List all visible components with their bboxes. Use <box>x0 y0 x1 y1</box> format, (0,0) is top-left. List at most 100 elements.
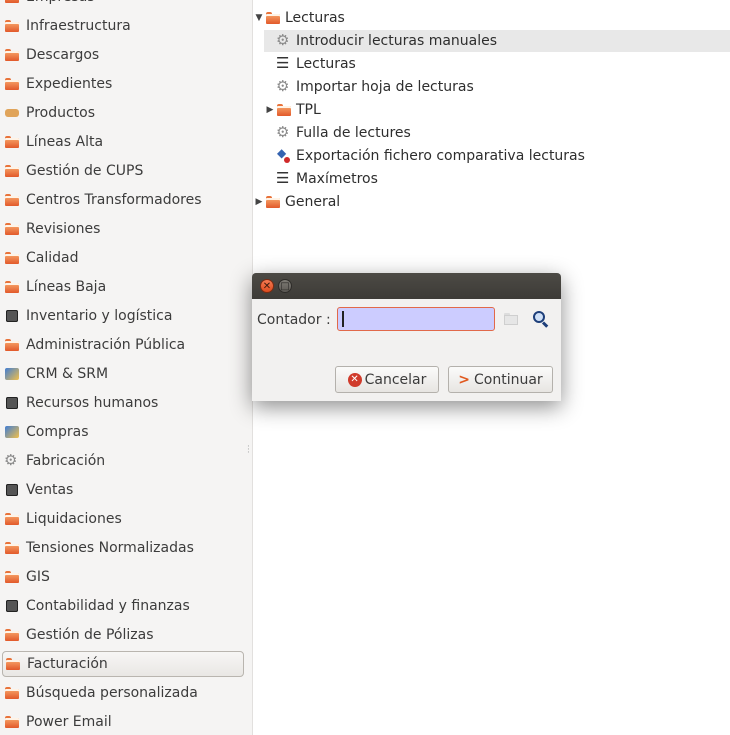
sidebar-item-label: Contabilidad y finanzas <box>26 598 190 614</box>
sidebar-item-label: Centros Transformadores <box>26 192 202 208</box>
tree-row-fulla-de-lectures[interactable]: Fulla de lectures <box>264 122 730 144</box>
folder-icon <box>276 102 292 118</box>
sidebar-item-label: Líneas Baja <box>26 279 107 295</box>
grid-icon <box>4 482 20 498</box>
contador-dialog: ✕ □ Contador : ✕ Cancelar > Continuar <box>252 273 561 401</box>
sidebar-item-label: Gestión de Pólizas <box>26 627 154 643</box>
sidebar-item-lineas-alta[interactable]: Líneas Alta <box>2 129 244 155</box>
sidebar-item-expedientes[interactable]: Expedientes <box>2 71 244 97</box>
sidebar-item-label: Ventas <box>26 482 74 498</box>
sidebar-item-label: Recursos humanos <box>26 395 159 411</box>
sidebar-item-gestion-de-cups[interactable]: Gestión de CUPS <box>2 158 244 184</box>
sidebar-item-label: Calidad <box>26 250 79 266</box>
sidebar-item-ventas[interactable]: Ventas <box>2 477 244 503</box>
sidebar-item-crm-srm[interactable]: CRM & SRM <box>2 361 244 387</box>
continue-button[interactable]: > Continuar <box>448 366 553 393</box>
sidebar-item-busqueda-personalizada[interactable]: Búsqueda personalizada <box>2 680 244 706</box>
folder-icon <box>4 540 20 556</box>
tree-row-label: Fulla de lectures <box>296 125 411 141</box>
sidebar-item-calidad[interactable]: Calidad <box>2 245 244 271</box>
list-icon <box>276 54 292 72</box>
sidebar-item-lineas-baja[interactable]: Líneas Baja <box>2 274 244 300</box>
sidebar-item-label: Infraestructura <box>26 18 131 34</box>
sidebar-item-label: Compras <box>26 424 89 440</box>
sidebar-item-label: Líneas Alta <box>26 134 104 150</box>
tree-row-tpl[interactable]: ▶ TPL <box>264 99 730 121</box>
folder-icon <box>4 134 20 150</box>
tree-row-importar-hoja-de-lecturas[interactable]: Importar hoja de lecturas <box>264 76 730 98</box>
open-folder-icon[interactable] <box>503 312 519 326</box>
sidebar-item-label: CRM & SRM <box>26 366 109 382</box>
folder-icon <box>4 714 20 730</box>
close-icon[interactable]: ✕ <box>260 279 274 293</box>
maximize-icon[interactable]: □ <box>278 279 292 293</box>
tree-row-label: Exportación fichero comparativa lecturas <box>296 148 585 164</box>
sidebar-item-label: Gestión de CUPS <box>26 163 144 179</box>
folder-icon <box>4 163 20 179</box>
sidebar-item-gestion-de-polizas[interactable]: Gestión de Pólizas <box>2 622 244 648</box>
sidebar-item-contabilidad-y-finanzas[interactable]: Contabilidad y finanzas <box>2 593 244 619</box>
folder-icon <box>4 18 20 34</box>
folder-icon <box>4 279 20 295</box>
sidebar-item-label: Descargos <box>26 47 100 63</box>
continue-button-label: Continuar <box>474 371 543 388</box>
sidebar-item-label: Búsqueda personalizada <box>26 685 198 701</box>
dialog-titlebar[interactable]: ✕ □ <box>252 273 561 299</box>
chevron-right-icon: > <box>458 371 471 388</box>
sidebar-item-revisiones[interactable]: Revisiones <box>2 216 244 242</box>
sidebar-item-gis[interactable]: GIS <box>2 564 244 590</box>
tree-row-label: Lecturas <box>296 56 356 72</box>
folder-icon <box>4 221 20 237</box>
tree-row-exportacion-fichero-comparativa-lecturas[interactable]: Exportación fichero comparativa lecturas <box>264 145 730 167</box>
tree-row-maximetros[interactable]: Maxímetros <box>264 168 730 190</box>
sidebar-item-label: Liquidaciones <box>26 511 122 527</box>
folder-icon <box>4 47 20 63</box>
export-icon <box>276 146 292 164</box>
grid-icon <box>4 395 20 411</box>
tree-row-label: Importar hoja de lecturas <box>296 79 474 95</box>
sidebar-menu: Empresas Infraestructura Descargos Expedien… <box>0 0 253 735</box>
sidebar-item-infraestructura[interactable]: Infraestructura <box>2 13 244 39</box>
chart-icon <box>4 424 20 440</box>
sidebar-item-label: Administración Pública <box>26 337 186 353</box>
tree-row-general[interactable]: ▶ General <box>253 191 730 213</box>
sidebar-item-recursos-humanos[interactable]: Recursos humanos <box>2 390 244 416</box>
folder-icon <box>4 511 20 527</box>
gear-icon <box>276 123 292 141</box>
folder-icon <box>4 250 20 266</box>
folder-icon <box>4 76 20 92</box>
contador-input[interactable] <box>337 307 495 331</box>
sidebar-item-label: Productos <box>26 105 96 121</box>
sidebar-item-productos[interactable]: Productos <box>2 100 244 126</box>
tree-row-introducir-lecturas-manuales[interactable]: Introducir lecturas manuales <box>264 30 730 52</box>
expander-right-icon[interactable]: ▶ <box>264 105 276 115</box>
sidebar-item-inventario-y-logistica[interactable]: Inventario y logística <box>2 303 244 329</box>
folder-icon <box>265 10 281 26</box>
sidebar-item-compras[interactable]: Compras <box>2 419 244 445</box>
contador-label: Contador : <box>257 312 331 328</box>
gear-icon <box>276 31 292 49</box>
sidebar-item-liquidaciones[interactable]: Liquidaciones <box>2 506 244 532</box>
sidebar-item-power-email[interactable]: Power Email <box>2 709 244 735</box>
folder-icon <box>4 337 20 353</box>
tree-row-lecturas[interactable]: Lecturas <box>264 53 730 75</box>
search-icon[interactable] <box>532 310 550 328</box>
expander-right-icon[interactable]: ▶ <box>253 197 265 207</box>
sidebar-item-facturacion[interactable]: Facturación <box>2 651 244 677</box>
list-icon <box>276 169 292 187</box>
cancel-button[interactable]: ✕ Cancelar <box>335 366 439 393</box>
expander-down-icon[interactable]: ▼ <box>253 13 265 23</box>
sidebar-item-empresas[interactable]: Empresas <box>2 0 244 10</box>
sidebar-item-descargos[interactable]: Descargos <box>2 42 244 68</box>
chart-icon <box>4 366 20 382</box>
pane-splitter[interactable]: · · · <box>247 443 250 458</box>
tree-row-label: TPL <box>296 102 321 118</box>
folder-icon <box>4 192 20 208</box>
tree-row-lecturas[interactable]: ▼ Lecturas <box>253 7 730 29</box>
sidebar-item-fabricacion[interactable]: Fabricación <box>2 448 244 474</box>
sidebar-item-centros-transformadores[interactable]: Centros Transformadores <box>2 187 244 213</box>
sidebar-item-administracion-publica[interactable]: Administración Pública <box>2 332 244 358</box>
folder-icon <box>4 0 20 5</box>
sidebar-item-tensiones-normalizadas[interactable]: Tensiones Normalizadas <box>2 535 244 561</box>
grid-icon <box>4 598 20 614</box>
